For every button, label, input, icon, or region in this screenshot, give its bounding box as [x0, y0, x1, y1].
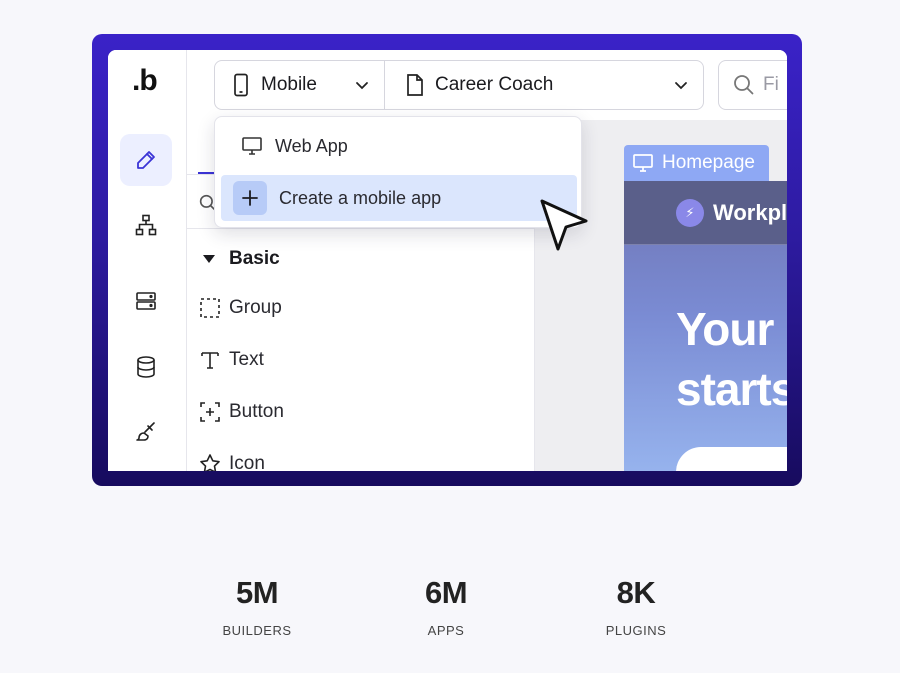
stat-value: 5M — [235, 575, 279, 610]
top-bar: Mobile Career Coach Fi — [187, 50, 787, 120]
hero-line-1: Your — [676, 303, 774, 355]
monitor-icon — [633, 154, 653, 172]
stat-apps: 6M APPS — [366, 575, 526, 638]
stat-label: APPS — [427, 623, 465, 638]
stat-value: 8K — [616, 575, 656, 610]
bubble-logo[interactable]: .b — [132, 64, 158, 98]
plus-icon — [233, 181, 267, 215]
section-basic-label: Basic — [229, 248, 280, 269]
database-icon — [137, 356, 155, 378]
stat-label: PLUGINS — [605, 623, 667, 638]
mobile-phone-icon — [234, 73, 248, 97]
rail-design-button[interactable] — [120, 134, 172, 186]
menu-item-label: Create a mobile app — [279, 187, 442, 208]
element-label: Button — [229, 401, 284, 422]
page-tag-label: Homepage — [662, 152, 755, 173]
button-icon — [200, 402, 220, 422]
search-placeholder: Fi — [763, 74, 779, 95]
element-icon[interactable]: Icon — [199, 453, 265, 471]
rail-data-button[interactable] — [120, 275, 172, 327]
left-rail: .b — [108, 50, 187, 471]
chevron-down-icon — [675, 82, 687, 90]
mouse-cursor-icon — [540, 199, 588, 251]
menu-item-label: Web App — [275, 135, 348, 156]
app-selector[interactable]: Career Coach — [384, 60, 704, 110]
lightning-icon: ⚡ — [676, 199, 704, 227]
menu-item-web-app[interactable]: Web App — [221, 123, 577, 169]
menu-item-create-mobile-app[interactable]: Create a mobile app — [221, 175, 577, 221]
text-icon — [201, 352, 219, 369]
monitor-icon — [242, 137, 262, 155]
section-basic-toggle[interactable]: Basic — [203, 248, 280, 270]
dashed-square-icon — [200, 298, 220, 318]
preview-brand: Workpla — [713, 200, 787, 225]
platform-selector-label: Mobile — [261, 74, 317, 95]
caret-down-icon — [203, 255, 215, 263]
stat-plugins: 8K PLUGINS — [556, 575, 716, 638]
stat-label: BUILDERS — [222, 623, 292, 638]
pencil-icon — [137, 151, 155, 169]
preview-cta-button — [676, 447, 787, 471]
page-preview[interactable]: ⚡ Workpla Your starts — [624, 181, 787, 471]
element-button[interactable]: Button — [199, 401, 284, 423]
platform-dropdown-menu: Web App Create a mobile app — [214, 116, 582, 228]
element-label: Icon — [229, 453, 265, 471]
stat-builders: 5M BUILDERS — [177, 575, 337, 638]
element-label: Group — [229, 297, 282, 318]
preview-hero-text: Your starts — [676, 299, 787, 419]
hero-line-2: starts — [676, 363, 787, 415]
rail-styles-button[interactable] — [120, 406, 172, 458]
app-selector-label: Career Coach — [435, 74, 554, 95]
element-group[interactable]: Group — [199, 297, 282, 319]
platform-selector[interactable]: Mobile — [214, 60, 385, 110]
editor-window: .b Mobile Career Coach Fi Basic Group Te… — [108, 50, 787, 471]
hierarchy-icon — [135, 214, 157, 236]
stat-value: 6M — [424, 575, 468, 610]
star-icon — [200, 454, 220, 471]
search-input[interactable]: Fi — [718, 60, 787, 110]
search-icon — [734, 75, 754, 95]
brush-icon — [136, 422, 155, 441]
server-icon — [136, 292, 156, 310]
page-tag[interactable]: Homepage — [624, 145, 769, 181]
element-label: Text — [229, 349, 264, 370]
chevron-down-icon — [356, 82, 368, 90]
rail-database-button[interactable] — [120, 341, 172, 393]
element-text[interactable]: Text — [199, 349, 264, 371]
rail-workflow-button[interactable] — [120, 199, 172, 251]
document-icon — [407, 74, 423, 96]
